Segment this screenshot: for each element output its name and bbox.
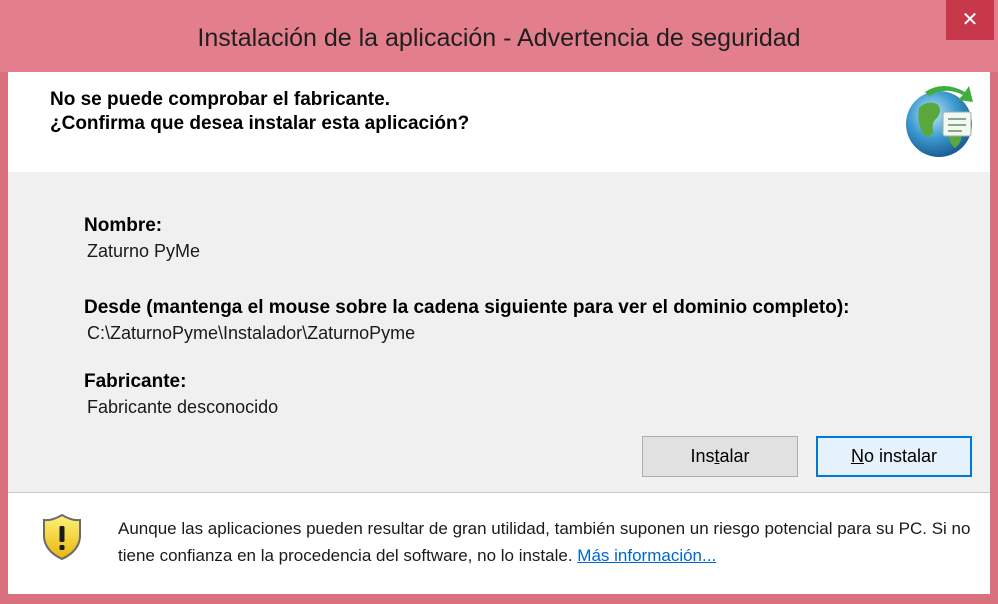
name-label: Nombre: [84, 215, 163, 236]
noinstall-label-end: o instalar [863, 446, 938, 466]
install-label-start: Ins [690, 446, 715, 466]
confirm-install-question: ¿Confirma que desea instalar esta aplica… [50, 113, 470, 134]
dialog-body: No se puede comprobar el fabricante. ¿Co… [8, 72, 990, 594]
do-not-install-button[interactable]: No instalar [816, 436, 972, 477]
noinstall-mnemonic: N [850, 446, 864, 466]
close-icon: ✕ [961, 9, 979, 31]
title-bar[interactable]: Instalación de la aplicación - Advertenc… [0, 0, 998, 72]
name-value: Zaturno PyMe [87, 241, 201, 261]
unverified-publisher-heading: No se puede comprobar el fabricante. [50, 89, 390, 110]
publisher-label: Fabricante: [84, 371, 187, 392]
install-label-end: alar [719, 446, 750, 466]
install-security-dialog: Instalación de la aplicación - Advertenc… [0, 0, 998, 604]
publisher-value: Fabricante desconocido [87, 397, 279, 417]
warning-footer: Aunque las aplicaciones pueden resultar … [8, 493, 990, 594]
warning-text: Aunque las aplicaciones pueden resultar … [118, 519, 971, 565]
from-path-value[interactable]: C:\ZaturnoPyme\Instalador\ZaturnoPyme [87, 321, 415, 345]
close-button[interactable]: ✕ [946, 0, 994, 40]
from-label: Desde (mantenga el mouse sobre la cadena… [84, 297, 850, 318]
warning-message: Aunque las aplicaciones pueden resultar … [118, 515, 978, 569]
dialog-header: No se puede comprobar el fabricante. ¿Co… [8, 72, 990, 172]
more-info-link[interactable]: Más información... [577, 546, 716, 565]
install-button[interactable]: Instalar [642, 436, 798, 477]
globe-install-icon [906, 86, 973, 157]
window-title: Instalación de la aplicación - Advertenc… [197, 24, 801, 52]
warning-shield-icon [43, 513, 81, 561]
